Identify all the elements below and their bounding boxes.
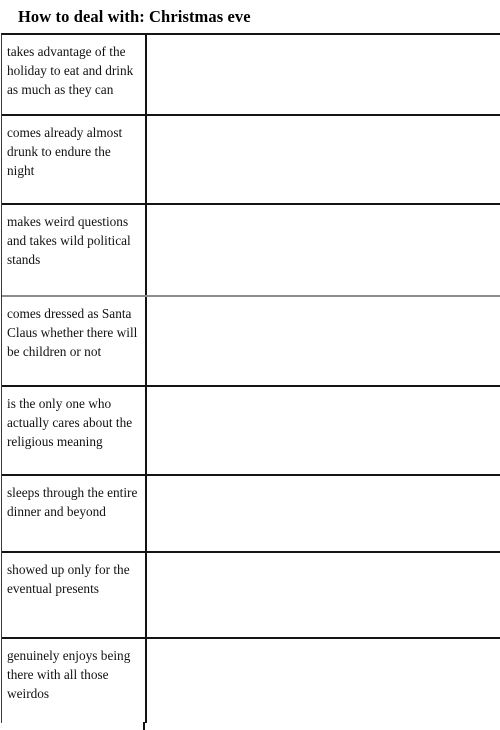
worksheet-page: How to deal with: Christmas eve takes ad… [0,0,500,730]
row-description-cell: makes weird questions and takes wild pol… [7,214,131,268]
table-row: makes weird questions and takes wild pol… [2,205,500,297]
row-description-cell: showed up only for the eventual presents [7,562,130,597]
row-description-cell: genuinely enjoys being there with all th… [7,648,131,702]
row-response-cell[interactable] [145,35,500,114]
table-row: sleeps through the entire dinner and bey… [2,476,500,553]
worksheet-table: takes advantage of the holiday to eat an… [1,33,500,723]
table-row: showed up only for the eventual presents [2,553,500,639]
page-title-bar: How to deal with: Christmas eve [0,0,500,33]
row-response-cell[interactable] [145,297,500,385]
row-response-cell[interactable] [145,639,500,723]
row-description-cell: comes dressed as Santa Claus whether the… [7,306,138,360]
row-description-cell: takes advantage of the holiday to eat an… [7,44,134,98]
row-response-cell[interactable] [145,116,500,203]
table-row: comes dressed as Santa Claus whether the… [2,297,500,387]
row-response-cell[interactable] [145,476,500,551]
page-title: How to deal with: Christmas eve [18,6,251,26]
column-divider-overhang [143,722,146,730]
table-row: is the only one who actually cares about… [2,387,500,476]
row-description-cell: sleeps through the entire dinner and bey… [7,485,138,520]
table-row: takes advantage of the holiday to eat an… [2,35,500,116]
row-response-cell[interactable] [145,387,500,474]
row-response-cell[interactable] [145,205,500,295]
row-description-cell: is the only one who actually cares about… [7,396,133,450]
table-row: comes already almost drunk to endure the… [2,116,500,205]
row-description-cell: comes already almost drunk to endure the… [7,125,123,179]
table-row: genuinely enjoys being there with all th… [2,639,500,723]
row-response-cell[interactable] [145,553,500,637]
